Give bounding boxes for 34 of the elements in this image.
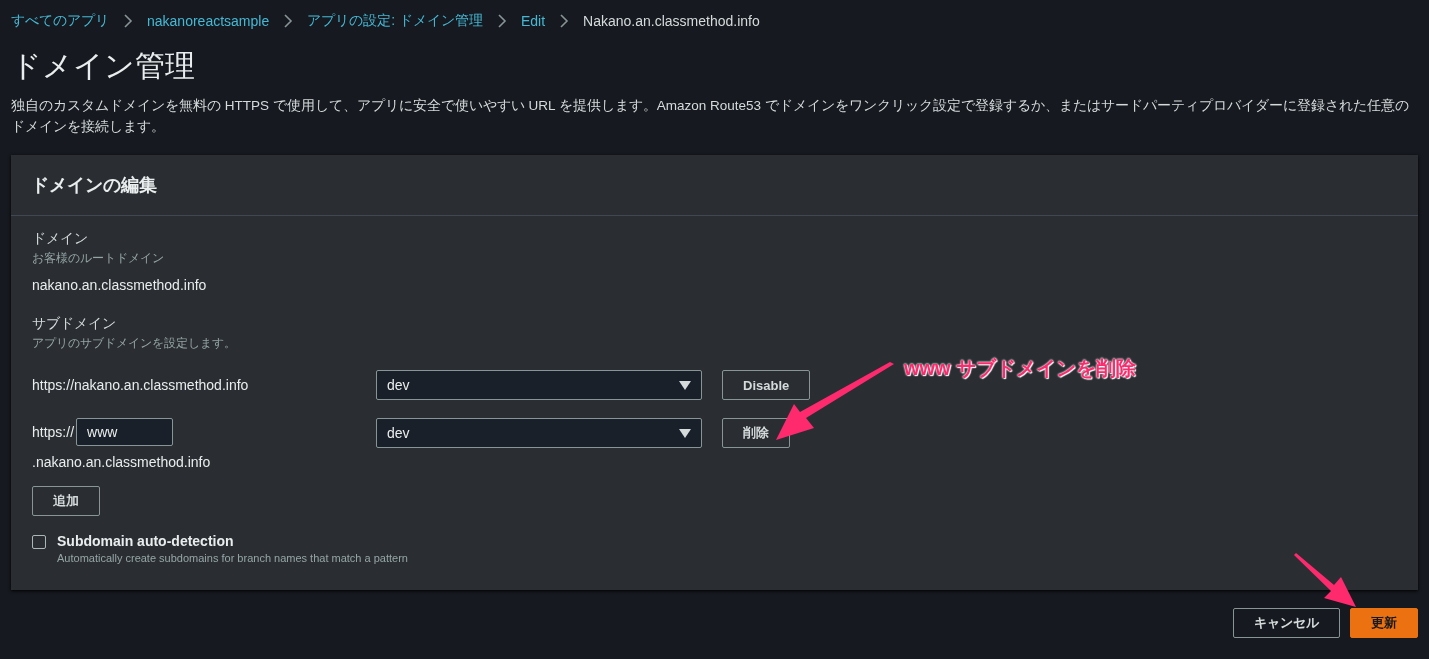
add-button[interactable]: 追加	[32, 486, 100, 516]
chevron-icon	[496, 14, 507, 28]
annotation-arrow	[1294, 551, 1358, 607]
branch-select[interactable]: dev	[376, 418, 702, 448]
url-prefix: https://	[32, 424, 75, 440]
page-title: ドメイン管理	[11, 48, 196, 84]
page-description: 独自のカスタムドメインを無料の HTTPS で使用して、アプリに安全で使いやすい URL を提供します。Amazon Route53 でドメインをワンクリック設定で登録するか、またはサードパーティプロバイダーに登録された任意のドメインを接続します。	[11, 97, 1410, 136]
chevron-icon	[123, 14, 133, 28]
panel-title: ドメインの編集	[11, 155, 1418, 216]
breadcrumb-link[interactable]: Edit	[520, 13, 546, 29]
update-button[interactable]: 更新	[1350, 608, 1418, 638]
field-label: サブドメイン	[32, 315, 117, 333]
field-hint: お客様のルートドメイン	[32, 250, 165, 267]
subdomain-input[interactable]: www	[76, 418, 174, 446]
disable-button[interactable]: Disable	[722, 370, 811, 400]
url-suffix: .nakano.an.classmethod.info	[32, 454, 212, 470]
checkbox-label: Subdomain auto-detection	[57, 533, 234, 549]
chevron-icon	[283, 14, 294, 28]
breadcrumb-link[interactable]: アプリの設定: ドメイン管理	[307, 12, 483, 30]
breadcrumb-current: Nakano.an.classmethod.info	[583, 13, 760, 29]
caret-icon	[679, 380, 691, 390]
field-label: ドメイン	[32, 230, 89, 248]
chevron-icon	[559, 14, 570, 28]
domain-value: nakano.an.classmethod.info	[32, 277, 208, 293]
annotation-text: www サブドメインを削除	[904, 356, 1137, 381]
checkbox-hint: Automatically create subdomains for branch names that match a pattern	[57, 552, 408, 564]
checkbox[interactable]	[32, 535, 46, 549]
branch-select[interactable]: dev	[376, 370, 702, 400]
cancel-button[interactable]: キャンセル	[1233, 608, 1340, 638]
subdomain-url: https://nakano.an.classmethod.info	[32, 377, 250, 393]
breadcrumb-link[interactable]: nakanoreactsample	[147, 13, 270, 29]
breadcrumb-link[interactable]: すべてのアプリ	[11, 12, 109, 30]
caret-icon	[679, 428, 691, 438]
field-hint: アプリのサブドメインを設定します。	[32, 335, 237, 352]
